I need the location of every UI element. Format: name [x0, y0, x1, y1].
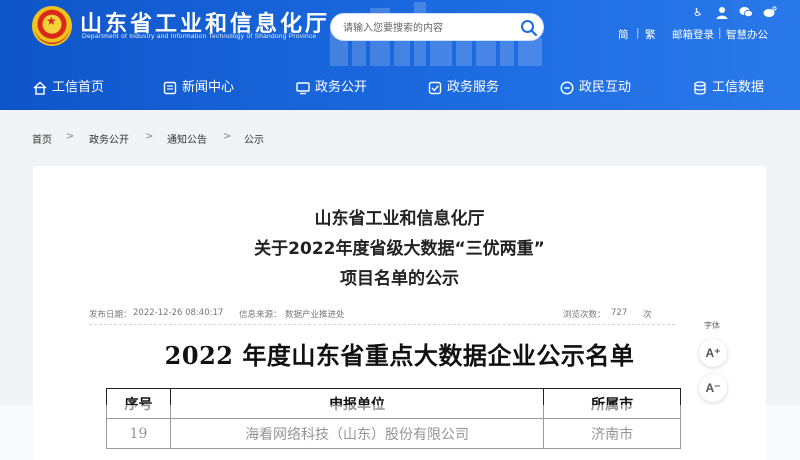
- weibo-icon[interactable]: [763, 6, 777, 22]
- article-title-line-2: 关于2022年度省级大数据“三优两重”: [254, 239, 545, 259]
- document-title: 2022 年度山东省重点大数据企业公示名单: [164, 341, 635, 370]
- search-box: [330, 13, 544, 41]
- breadcrumb-public-notice[interactable]: 公示: [244, 131, 264, 146]
- breadcrumb-gov-affairs[interactable]: 政务公开: [89, 131, 129, 146]
- source-label: 信息来源：: [239, 310, 282, 320]
- table-cell: 海看网络科技（山东）股份有限公司: [169, 418, 545, 449]
- top-links: 简 | 繁 邮箱登录 | 智慧办公: [614, 27, 794, 41]
- font-decrease-button[interactable]: A⁻: [699, 374, 727, 402]
- article-title-line-3: 项目名单的公示: [340, 269, 459, 289]
- source: 数据产业推进处: [285, 310, 345, 320]
- smart-office-link[interactable]: 智慧办公: [726, 27, 768, 42]
- interaction-icon: [560, 81, 574, 95]
- breadcrumb-separator-icon: >: [223, 131, 232, 142]
- simplified-chinese-link[interactable]: 简: [618, 27, 629, 42]
- accessibility-icon[interactable]: ♿: [693, 6, 703, 20]
- national-emblem-icon[interactable]: ★: [32, 6, 72, 46]
- user-icon[interactable]: [716, 6, 728, 23]
- wechat-icon[interactable]: [739, 6, 753, 22]
- nav-label: 工信首页: [52, 80, 105, 95]
- views-count: 727: [611, 308, 628, 318]
- table-header-cell: 所属市: [543, 388, 681, 419]
- nav-label: 新闻中心: [182, 80, 235, 95]
- font-size-tool: 字体 A⁺ A⁻: [697, 320, 731, 410]
- breadcrumb-separator-icon: >: [145, 131, 154, 142]
- traditional-chinese-link[interactable]: 繁: [645, 27, 656, 42]
- table-header-cell: 申报单位: [169, 388, 545, 419]
- service-icon: [428, 81, 442, 95]
- views-unit: 次: [643, 310, 652, 320]
- views-label: 浏览次数：: [563, 310, 606, 320]
- breadcrumb-home[interactable]: 首页: [32, 131, 52, 146]
- table-cell: 济南市: [543, 418, 681, 449]
- publish-date-label: 发布日期：: [89, 310, 132, 320]
- article-meta: 发布日期： 2022-12-26 08:40:17 信息来源： 数据产业推进处 …: [89, 308, 669, 322]
- search-icon[interactable]: [519, 18, 539, 38]
- monitor-icon: [296, 82, 310, 95]
- separator: |: [636, 27, 640, 39]
- search-input[interactable]: [343, 19, 513, 37]
- table-header-cell: 序号: [106, 388, 171, 419]
- table-row: 19 海看网络科技（山东）股份有限公司 济南市: [106, 418, 681, 449]
- nav-label: 政务服务: [447, 80, 500, 95]
- news-icon: [163, 81, 177, 95]
- nav-label: 政民互动: [579, 80, 632, 95]
- site-header: ★ 山东省工业和信息化厅 Department of Industry and …: [0, 0, 800, 110]
- font-size-label: 字体: [704, 321, 720, 330]
- separator: |: [718, 27, 722, 39]
- email-login-link[interactable]: 邮箱登录: [672, 27, 714, 42]
- nav-label: 政务公开: [315, 80, 368, 95]
- font-increase-button[interactable]: A⁺: [699, 339, 727, 367]
- article-card: 山东省工业和信息化厅 关于2022年度省级大数据“三优两重” 项目名单的公示 发…: [33, 166, 766, 460]
- publish-date: 2022-12-26 08:40:17: [133, 308, 224, 318]
- enterprise-list-table: 序号 申报单位 所属市 19 海看网络科技（山东）股份有限公司 济南市: [106, 388, 681, 449]
- nav-label: 工信数据: [712, 80, 765, 95]
- meta-divider: [89, 324, 675, 325]
- top-icon-bar: ♿: [690, 6, 790, 20]
- home-icon: [33, 81, 47, 95]
- site-subtitle: Department of Industry and Information T…: [82, 33, 317, 40]
- table-cell: 19: [106, 418, 171, 449]
- table-header-row: 序号 申报单位 所属市: [106, 388, 681, 419]
- database-icon: [694, 81, 706, 95]
- main-nav: 工信首页 新闻中心 政务公开 政务服务 政民互动 工信数据: [0, 66, 800, 110]
- article-title-line-1: 山东省工业和信息化厅: [314, 209, 485, 229]
- breadcrumb-notices[interactable]: 通知公告: [167, 131, 207, 146]
- breadcrumb-separator-icon: >: [66, 131, 75, 142]
